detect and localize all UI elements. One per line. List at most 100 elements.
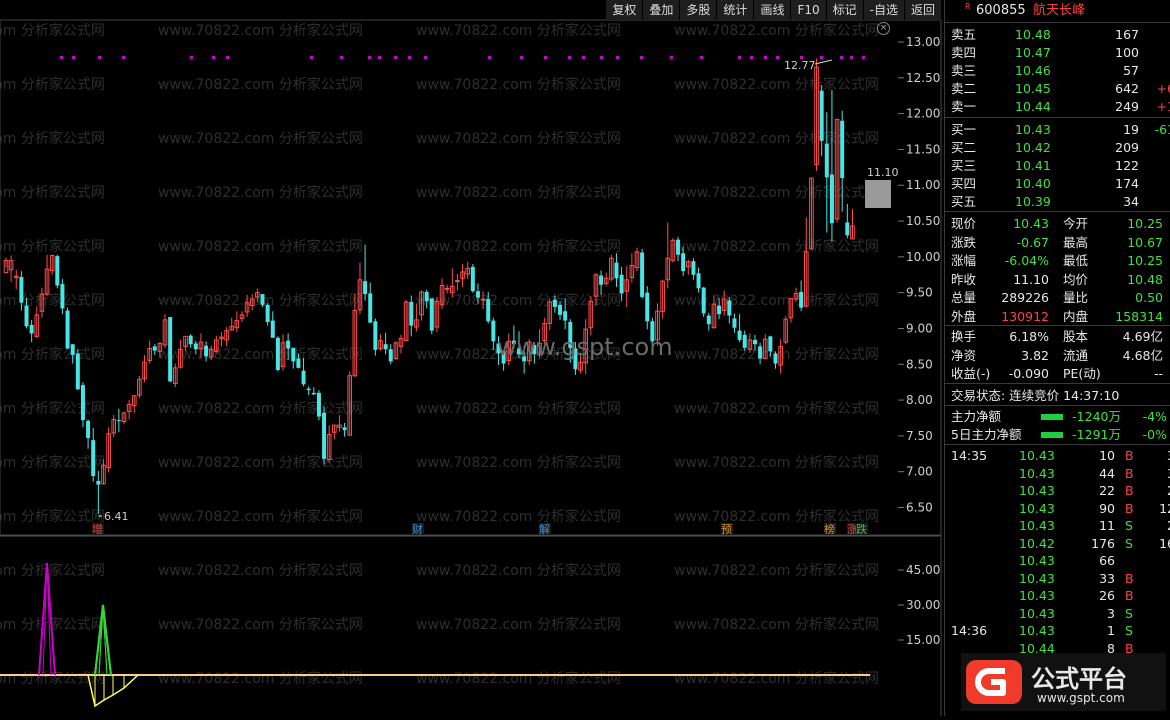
divider [945, 211, 1170, 212]
tick-row[interactable]: 10.42 176 S 16 [945, 535, 1170, 553]
tick-volume: 22 [1099, 483, 1115, 498]
bg-watermark: www.70822.com 分析家公式网 [674, 670, 879, 687]
candle-body [691, 261, 696, 275]
fundamental-row[interactable]: 收益(-) -0.090 PE(动) -- [945, 365, 1170, 383]
signal-dot [424, 56, 427, 59]
tick-row[interactable]: 14:3510.4310B3 [945, 447, 1170, 465]
price-axis-label: 13.00 [906, 35, 940, 49]
flow-pct: -0% [1142, 427, 1167, 442]
bid-row[interactable]: 买五 10.39 34 [945, 193, 1170, 211]
bg-watermark: www.70822.com 分析家公式网 [416, 508, 621, 525]
divider [945, 117, 1170, 118]
chart-canvas[interactable]: www.70822.com 分析家公式网 www.70822.com 分析家公式网… [0, 0, 942, 716]
toolbar-button[interactable]: 复权 [606, 0, 644, 20]
stat-row[interactable]: 总量 289226 量比 0.50 [945, 289, 1170, 307]
stat-row[interactable]: 涨幅 -6.04% 最低 10.25 [945, 252, 1170, 270]
signal-dot [408, 56, 411, 59]
toolbar-button[interactable]: F10 [791, 0, 827, 20]
stat-label: 外盘 [951, 308, 977, 324]
tick-row[interactable]: 10.43 26 B [945, 587, 1170, 605]
flow-label: 5日主力净额 [951, 427, 1022, 442]
candle-body [558, 304, 563, 315]
bg-watermark: www.70822.com 分析家公式网 [674, 22, 879, 39]
toolbar-button[interactable]: 统计 [717, 0, 755, 20]
fund-label: 净资 [951, 347, 977, 363]
fund-label: 流通 [1063, 347, 1089, 363]
stat-row[interactable]: 现价 10.43 今开 10.25 [945, 215, 1170, 233]
bg-watermark: www.70822.com 分析家公式网 [416, 292, 621, 309]
candle-body [752, 339, 757, 345]
close-icon[interactable]: × [877, 22, 890, 35]
ask-row[interactable]: 卖三 10.46 57 [945, 62, 1170, 80]
stat-row[interactable]: 外盘 130912 内盘 158314 [945, 308, 1170, 326]
price-axis-label: 11.00 [906, 178, 940, 192]
ask-row[interactable]: 卖五 10.48 167 [945, 26, 1170, 44]
toolbar-button[interactable]: 画线 [754, 0, 792, 20]
stat-label: 今开 [1063, 216, 1089, 231]
flow-row[interactable]: 5日主力净额 -1291万 -0% [945, 426, 1170, 444]
bg-watermark: www.70822.com 分析家公式网 [674, 76, 879, 93]
fund-value: 6.18% [1009, 329, 1049, 344]
stat-value: 10.25 [1127, 253, 1163, 268]
tick-price: 10.43 [1019, 588, 1055, 603]
tick-row[interactable]: 10.43 90 B 12 [945, 500, 1170, 518]
bid-row[interactable]: 买二 10.42 209 [945, 139, 1170, 157]
candle-body [306, 388, 311, 391]
bid-row[interactable]: 买一 10.43 19 -61 [945, 121, 1170, 139]
signal-dot [862, 56, 865, 59]
ask-row[interactable]: 卖二 10.45 642 +6 [945, 80, 1170, 98]
ask-row[interactable]: 卖四 10.47 100 [945, 44, 1170, 62]
signal-dot [122, 56, 125, 59]
bid-price: 10.39 [1015, 194, 1051, 209]
fund-label: 换手 [951, 329, 977, 344]
bid-row[interactable]: 买四 10.40 174 [945, 175, 1170, 193]
stat-row[interactable]: 昨收 11.10 均价 10.48 [945, 271, 1170, 289]
bg-watermark: www.70822.com 分析家公式网 [674, 616, 879, 633]
bid-volume: 34 [1123, 194, 1139, 209]
candle-body [265, 304, 270, 323]
tick-row[interactable]: 10.4311S2 [945, 517, 1170, 535]
signal-dot [750, 56, 753, 59]
bg-watermark: www.70822.com 分析家公式网 [0, 76, 105, 93]
stat-value: 130912 [1001, 308, 1049, 324]
tick-side: S [1125, 535, 1133, 551]
fund-value: 4.69亿 [1122, 329, 1163, 344]
tick-row[interactable]: 14:36 10.43 1 S [945, 622, 1170, 640]
tick-row[interactable]: 10.4344B3 [945, 465, 1170, 483]
ask-volume: 642 [1115, 81, 1139, 96]
fundamental-row[interactable]: 净资 3.82 流通 4.68亿 [945, 347, 1170, 365]
price-axis-label: 10.50 [906, 214, 940, 228]
tick-row[interactable]: 10.43 33 B [945, 570, 1170, 588]
bid-row[interactable]: 买三 10.41 122 [945, 157, 1170, 175]
candle-body [640, 252, 645, 297]
tick-row[interactable]: 10.43 3 S [945, 605, 1170, 623]
toolbar-button[interactable]: 多股 [680, 0, 718, 20]
candle-body [86, 420, 91, 439]
candle-body [96, 481, 101, 485]
flow-row[interactable]: 主力净额 -1240万 -4% [945, 408, 1170, 426]
stat-row[interactable]: 涨跌 -0.67 最高 10.67 [945, 234, 1170, 252]
ask-label: 卖三 [951, 63, 977, 78]
stat-label: 量比 [1063, 290, 1089, 305]
tick-row[interactable]: 10.43 66 [945, 552, 1170, 570]
toolbar-button[interactable]: 标记 [826, 0, 864, 20]
toolbar-button[interactable]: 叠加 [643, 0, 681, 20]
kline-chart[interactable]: www.70822.com 分析家公式网 www.70822.com 分析家公式网… [0, 0, 942, 716]
fund-value: -- [1153, 366, 1163, 381]
stat-value: 10.67 [1127, 234, 1163, 250]
toolbar-button[interactable]: 返回 [904, 0, 942, 20]
candle-body [152, 346, 157, 351]
fundamental-row[interactable]: 换手 6.18% 股本 4.69亿 [945, 328, 1170, 346]
signal-dot [544, 56, 547, 59]
toolbar-button[interactable]: -自选 [863, 0, 905, 20]
tick-row[interactable]: 10.4322B2 [945, 482, 1170, 500]
candle-body [270, 320, 275, 338]
chart-toolbar: 复权 叠加 多股 统计 画线 F10 标记 -自选 返回 [606, 0, 942, 20]
brand-logo: 公式平台 www.gspt.com [961, 653, 1166, 711]
bg-watermark: www.70822.com 分析家公式网 [0, 292, 105, 309]
signal-dot [488, 56, 491, 59]
bg-watermark: www.70822.com 分析家公式网 [0, 238, 105, 255]
candle-body [829, 174, 834, 224]
tick-side: S [1125, 623, 1133, 638]
ask-row[interactable]: 卖一 10.44 249 +1 [945, 98, 1170, 116]
